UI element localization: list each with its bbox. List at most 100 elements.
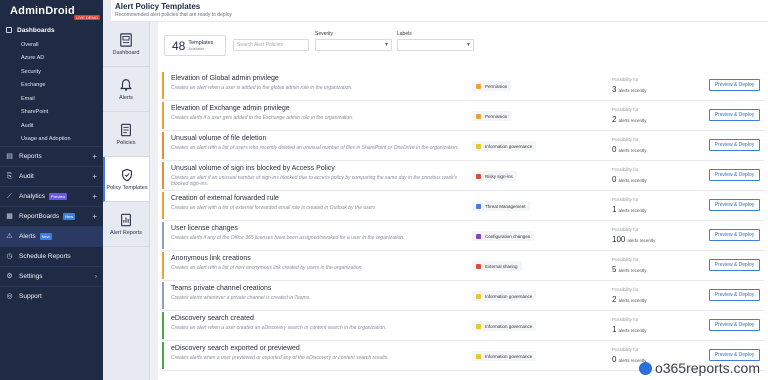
nav-schedule-reports[interactable]: ◷ Schedule Reports	[0, 246, 103, 266]
category-label: Information governance	[472, 141, 537, 151]
preview-deploy-button[interactable]: Preview & Deploy	[709, 139, 760, 151]
watermark-text: o365reports.com	[654, 360, 760, 376]
nav-support-label: Support	[19, 293, 42, 300]
preview-deploy-button[interactable]: Preview & Deploy	[709, 109, 760, 121]
expand-icon[interactable]: +	[92, 212, 97, 221]
alerts-recently: 0 alerts recently	[612, 145, 646, 154]
preview-deploy-button[interactable]: Preview & Deploy	[709, 169, 760, 181]
template-row: Creation of external forwarded rule Crea…	[162, 191, 764, 221]
nav-sub-overall[interactable]: Overall	[0, 38, 103, 52]
icol-alert-reports[interactable]: Alert Reports	[103, 202, 149, 247]
category-label: Information governance	[472, 351, 537, 361]
nav-schedule-label: Schedule Reports	[19, 253, 71, 260]
preview-deploy-button[interactable]: Preview & Deploy	[709, 289, 760, 301]
icol-dashboard-label: Dashboard	[112, 49, 140, 56]
category-label-text: Threat Management	[485, 203, 526, 209]
new-tag: New	[63, 213, 76, 220]
icol-alert-reports-label: Alert Reports	[109, 229, 143, 236]
expand-icon[interactable]: +	[92, 172, 97, 181]
template-description: Creates alerts when a user previewed or …	[171, 355, 389, 361]
template-row: Elevation of Exchange admin privilege Cr…	[162, 101, 764, 131]
template-description: Creates an alert with a list of new anon…	[171, 265, 363, 271]
alerts-recently-text: alerts recently	[618, 208, 647, 213]
preview-deploy-button[interactable]: Preview & Deploy	[709, 259, 760, 271]
nav-alerts-label: Alerts	[19, 233, 36, 240]
reportboards-icon: ▦	[6, 213, 13, 220]
alerts-recently-text: alerts recently	[618, 298, 647, 303]
brand[interactable]: AdminDroid LIVE DEMO	[0, 0, 103, 22]
icol-policy-templates[interactable]: Policy Templates	[103, 157, 149, 202]
possibility-label: Possibility for	[612, 77, 639, 82]
nav-analytics[interactable]: ⟋ Analytics Preview +	[0, 186, 103, 206]
templates-count-label: Templates Available	[188, 40, 213, 51]
nav-reportboards[interactable]: ▦ ReportBoards New +	[0, 206, 103, 226]
severity-bar	[162, 222, 164, 249]
template-row: Elevation of Global admin privilege Crea…	[162, 71, 764, 101]
possibility-label: Possibility for	[612, 257, 639, 262]
category-label: Threat Management	[472, 201, 530, 211]
settings-icon: ⚙	[6, 273, 13, 280]
nav-sub-sharepoint[interactable]: SharePoint	[0, 106, 103, 120]
template-row: Unusual volume of file deletion Creates …	[162, 131, 764, 161]
preview-deploy-button[interactable]: Preview & Deploy	[709, 79, 760, 91]
template-description: Creates an alert when a user is added to…	[171, 85, 353, 91]
nav-sub-usage[interactable]: Usage and Adoption	[0, 133, 103, 147]
audit-icon: ⎘	[6, 173, 13, 180]
alerts-icon-column: Dashboard Alerts Policies Policy Templat…	[103, 0, 150, 380]
possibility-label: Possibility for	[612, 167, 639, 172]
support-icon: ◎	[6, 293, 13, 300]
available-label: Available	[188, 45, 205, 51]
analytics-icon: ⟋	[7, 193, 12, 200]
category-label-text: Information governance	[485, 323, 533, 329]
nav-sub-exchange[interactable]: Exchange	[0, 79, 103, 93]
preview-tag: Preview	[49, 193, 68, 200]
severity-select[interactable]	[315, 39, 392, 51]
nav-sub-security[interactable]: Security	[0, 65, 103, 79]
alerts-recently-text: alerts recently	[618, 148, 647, 153]
nav-support[interactable]: ◎ Support	[0, 286, 103, 306]
o365reports-logo-icon	[638, 361, 652, 375]
label-color-swatch	[476, 113, 481, 119]
templates-count-number: 48	[172, 38, 186, 53]
shield-icon	[122, 168, 132, 181]
template-row: User license changes Creates alerts if a…	[162, 221, 764, 251]
category-label-text: Permission	[485, 83, 508, 89]
icol-policies[interactable]: Policies	[103, 112, 149, 157]
label-color-swatch	[476, 203, 481, 209]
nav-sub-audit[interactable]: Audit	[0, 119, 103, 133]
nav-sub-email[interactable]: Email	[0, 92, 103, 106]
bell-icon	[120, 78, 132, 91]
nav-audit[interactable]: ⎘ Audit +	[0, 166, 103, 186]
search-input[interactable]: Search Alert Policies	[233, 39, 309, 51]
severity-bar	[162, 132, 164, 159]
nav-reports[interactable]: ▤ Reports +	[0, 146, 103, 166]
schedule-icon: ◷	[6, 253, 13, 260]
template-description: Creates an alert with a list of users wh…	[171, 145, 459, 151]
expand-icon[interactable]: +	[92, 152, 97, 161]
labels-select[interactable]	[397, 39, 474, 51]
reports-icon: ▤	[6, 153, 13, 160]
icol-policy-templates-label: Policy Templates	[106, 184, 148, 191]
category-label-text: Information governance	[485, 353, 533, 359]
nav-reportboards-label: ReportBoards	[19, 213, 60, 220]
icol-dashboard[interactable]: Dashboard	[103, 22, 149, 67]
nav-dashboards[interactable]: Dashboards	[0, 22, 103, 38]
nav-sub-azure-ad[interactable]: Azure AD	[0, 52, 103, 66]
dashboard-icon	[120, 32, 132, 47]
category-label-text: Permission	[485, 113, 508, 119]
preview-deploy-button[interactable]: Preview & Deploy	[709, 199, 760, 211]
possibility-label: Possibility for	[612, 317, 639, 322]
template-row: Teams private channel creations Creates …	[162, 281, 764, 311]
nav-settings[interactable]: ⚙ Settings ›	[0, 266, 103, 286]
template-description: Creates an alert when a user created an …	[171, 325, 387, 331]
labels-label: Labels	[397, 31, 412, 37]
preview-deploy-button[interactable]: Preview & Deploy	[709, 319, 760, 331]
nav-alerts[interactable]: ⚠ Alerts New	[0, 226, 103, 246]
preview-deploy-button[interactable]: Preview & Deploy	[709, 229, 760, 241]
severity-bar	[162, 312, 164, 339]
dashboard-icon	[6, 27, 12, 33]
template-title: User license changes	[171, 225, 238, 232]
expand-icon[interactable]: +	[92, 192, 97, 201]
icol-alerts[interactable]: Alerts	[103, 67, 149, 112]
chevron-right-icon[interactable]: ›	[95, 274, 97, 280]
